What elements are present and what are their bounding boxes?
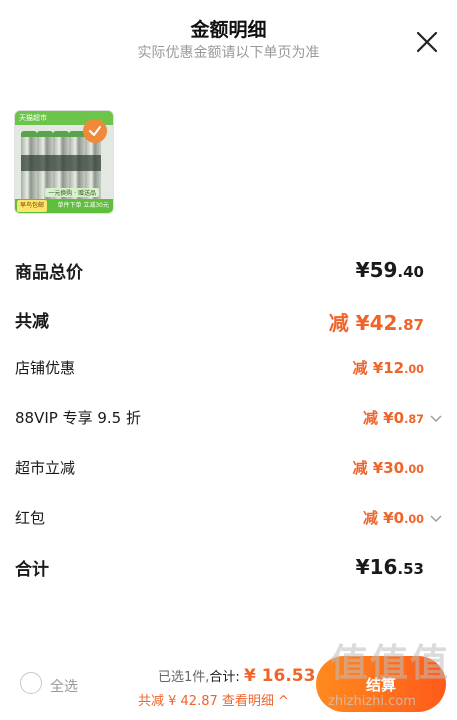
row-vip-discount[interactable]: 88VIP 专享 9.5 折 减 ¥0.87 [0, 407, 457, 447]
row-amount: 减 ¥42.87 [328, 311, 424, 335]
row-store-discount: 店铺优惠 减 ¥12.00 [0, 357, 457, 397]
can-image [21, 131, 37, 201]
row-amount: 减 ¥0.87 [362, 409, 424, 427]
row-amount: ¥59.40 [355, 258, 424, 282]
row-label: 商品总价 [15, 263, 83, 283]
close-icon[interactable] [415, 30, 439, 54]
row-sum: 合计 ¥16.53 [0, 555, 457, 595]
reduce-text: 共减 ¥ 42.87 [138, 694, 218, 709]
product-bottom-banner: 早鸟包邮 单件下单 立减30元 [15, 199, 113, 213]
product-badge: 早鸟包邮 [17, 200, 48, 212]
row-label: 红包 [15, 509, 46, 527]
view-detail-link[interactable]: 查看明细 ^ [222, 694, 289, 709]
total-value: ¥ 16.53 [243, 666, 316, 686]
checkout-button[interactable]: 结算 [316, 656, 446, 712]
total-label: 合计: [209, 670, 240, 685]
selected-count: 已选1件, [158, 670, 210, 685]
product-thumbnail[interactable]: 天猫超市 一元换购 · 赠送品 早鸟包邮 单件下单 立减30元 [14, 110, 114, 214]
select-all-radio[interactable] [20, 672, 42, 694]
row-amount: 减 ¥12.00 [352, 359, 424, 377]
reduce-summary: 共减 ¥ 42.87 查看明细 ^ [138, 690, 289, 709]
row-goods-total: 商品总价 ¥59.40 [0, 258, 457, 298]
selected-summary: 已选1件,合计: ¥ 16.53 [158, 666, 315, 686]
select-all-label[interactable]: 全选 [50, 676, 78, 696]
row-amount: 减 ¥30.00 [352, 459, 424, 477]
product-promo: 单件下单 立减30元 [57, 202, 109, 209]
row-amount: ¥16.53 [355, 555, 424, 579]
header: 金额明细 实际优惠金额请以下单页为准 [0, 0, 457, 80]
row-label: 店铺优惠 [15, 359, 76, 377]
row-label: 共减 [15, 312, 49, 332]
product-mid-tag: 一元换购 · 赠送品 [45, 188, 99, 197]
selected-check-icon[interactable] [83, 119, 107, 143]
row-total-reduce: 共减 减 ¥42.87 [0, 307, 457, 347]
chevron-down-icon[interactable] [429, 411, 443, 425]
row-amount: 减 ¥0.00 [362, 509, 424, 527]
page-title: 金额明细 [190, 19, 267, 41]
row-label: 88VIP 专享 9.5 折 [15, 409, 141, 427]
page-subtitle: 实际优惠金额请以下单页为准 [137, 45, 320, 61]
row-label: 合计 [15, 560, 49, 580]
product-top-banner-text: 天猫超市 [19, 114, 47, 122]
row-label: 超市立减 [15, 459, 76, 477]
bottom-bar: 全选 已选1件,合计: ¥ 16.53 共减 ¥ 42.87 查看明细 ^ 结算 [0, 652, 457, 720]
chevron-down-icon[interactable] [429, 511, 443, 525]
row-market-reduce: 超市立减 减 ¥30.00 [0, 457, 457, 497]
row-red-packet[interactable]: 红包 减 ¥0.00 [0, 507, 457, 547]
